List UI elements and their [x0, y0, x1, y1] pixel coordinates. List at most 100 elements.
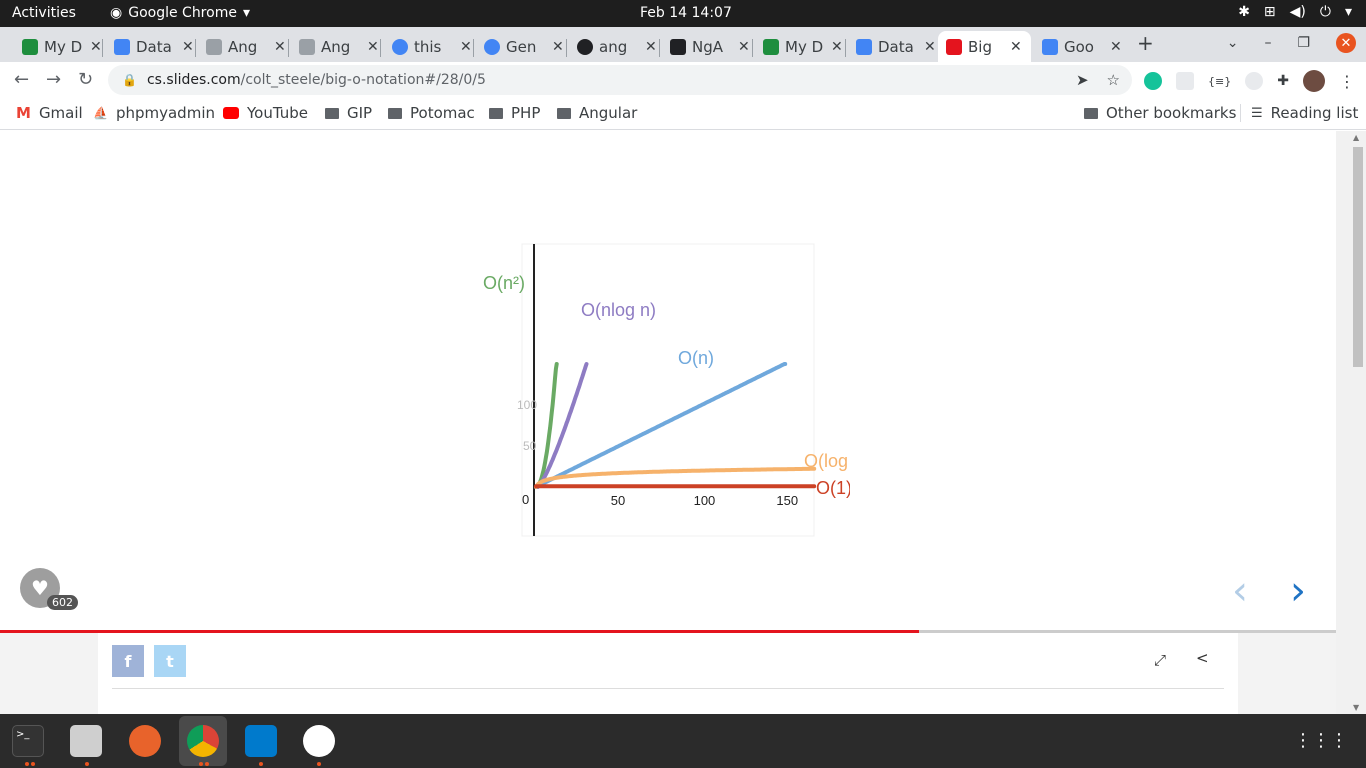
close-tab-icon[interactable]: ✕ [367, 39, 379, 55]
x-tick-label: 0 [522, 492, 529, 507]
network-icon[interactable]: ⊞ [1264, 4, 1276, 20]
postman-icon[interactable] [129, 725, 161, 757]
tab[interactable]: Ang ✕ [291, 31, 379, 62]
tab[interactable]: ang ✕ [569, 31, 657, 62]
reload-icon[interactable]: ↻ [78, 69, 93, 90]
back-icon[interactable]: ← [14, 69, 29, 90]
github-icon [577, 38, 593, 55]
fullscreen-icon[interactable]: ⤢ [1154, 651, 1166, 669]
new-tab-button[interactable]: + [1137, 31, 1154, 55]
y-tick-label: 50 [523, 439, 537, 453]
bookmarks-bar: M Gmail ⛵ phpmyadmin YouTube GIP Potomac… [0, 98, 1366, 130]
image-icon [206, 38, 222, 55]
chrome-dock-icon[interactable] [187, 725, 219, 757]
folder-icon [489, 107, 503, 119]
json-viewer-icon[interactable]: {≡} [1208, 75, 1231, 88]
vscode-icon[interactable] [245, 725, 277, 757]
close-tab-icon[interactable]: ✕ [738, 39, 750, 55]
x-tick-label: 50 [611, 493, 625, 508]
page-scrollbar[interactable]: ▲ ▼ [1336, 131, 1366, 714]
system-top-bar: Activities ◉ Google Chrome ▾ Feb 14 14:0… [0, 0, 1366, 27]
tab[interactable]: Goo ✕ [1034, 31, 1122, 62]
bookmark-folder-potomac[interactable]: Potomac [388, 104, 475, 122]
slack-tray-icon[interactable]: ✱ [1238, 4, 1250, 20]
grammarly-icon[interactable] [1144, 72, 1162, 90]
close-tab-icon[interactable]: ✕ [645, 39, 657, 55]
minimize-button[interactable]: – [1264, 35, 1271, 51]
previous-slide-button[interactable]: ‹ [1232, 568, 1248, 614]
other-bookmarks[interactable]: Other bookmarks [1084, 104, 1236, 122]
reading-list[interactable]: ☰ Reading list [1240, 104, 1358, 122]
close-tab-icon[interactable]: ✕ [460, 39, 472, 55]
close-tab-icon[interactable]: ✕ [182, 39, 194, 55]
volume-icon[interactable]: ◀) [1290, 4, 1306, 20]
reading-list-icon: ☰ [1251, 105, 1263, 121]
address-bar[interactable]: 🔒 cs.slides.com /colt_steele/big-o-notat… [108, 65, 1132, 95]
close-tab-icon[interactable]: ✕ [1010, 39, 1022, 55]
tab[interactable]: Ang ✕ [198, 31, 286, 62]
tab[interactable]: this ✕ [384, 31, 472, 62]
extension-icon[interactable] [1176, 72, 1194, 90]
bookmark-folder-gip[interactable]: GIP [325, 104, 372, 122]
facebook-share-button[interactable]: f [112, 645, 144, 677]
scroll-up-icon[interactable]: ▲ [1353, 133, 1359, 142]
folder-icon [388, 107, 402, 119]
forward-icon[interactable]: → [46, 69, 61, 90]
footer-divider [112, 688, 1224, 689]
share-icon[interactable]: < [1196, 649, 1209, 667]
tab-divider [102, 39, 103, 57]
bookmark-phpmyadmin[interactable]: ⛵ phpmyadmin [93, 104, 215, 122]
tab[interactable]: Data ✕ [106, 31, 194, 62]
send-icon[interactable]: ➤ [1076, 71, 1089, 89]
bookmark-youtube[interactable]: YouTube [223, 104, 308, 122]
heart-icon: ♥ [31, 576, 49, 600]
bookmark-label: Reading list [1270, 104, 1359, 122]
bookmark-star-icon[interactable]: ☆ [1107, 71, 1120, 89]
bookmark-label: GIP [347, 104, 373, 122]
close-window-button[interactable]: ✕ [1336, 33, 1356, 53]
clock[interactable]: Feb 14 14:07 [640, 5, 732, 21]
power-icon[interactable]: ⏻ [1320, 4, 1331, 20]
close-tab-icon[interactable]: ✕ [831, 39, 843, 55]
url-domain: cs.slides.com [146, 72, 241, 88]
bookmark-label: Other bookmarks [1106, 104, 1237, 122]
tab-active[interactable]: Big ✕ [938, 31, 1031, 62]
tab-title: this [414, 37, 442, 56]
close-tab-icon[interactable]: ✕ [924, 39, 936, 55]
close-tab-icon[interactable]: ✕ [1110, 39, 1122, 55]
tab[interactable]: Data ✕ [848, 31, 936, 62]
bookmark-folder-php[interactable]: PHP [489, 104, 540, 122]
system-tray[interactable]: ✱ ⊞ ◀) ⏻ ▾ [1238, 4, 1352, 20]
scrollbar-thumb[interactable] [1353, 147, 1363, 367]
twitter-share-button[interactable]: t [154, 645, 186, 677]
slack-icon[interactable] [303, 725, 335, 757]
close-tab-icon[interactable]: ✕ [552, 39, 564, 55]
maximize-button[interactable]: ❐ [1297, 35, 1310, 51]
tab[interactable]: My D ✕ [14, 31, 102, 62]
series-label: O(n) [678, 348, 714, 368]
tab[interactable]: NgA ✕ [662, 31, 750, 62]
tab-search-icon[interactable]: ⌄ [1227, 35, 1239, 51]
terminal-icon[interactable]: >_ [12, 725, 44, 757]
show-applications-icon[interactable]: ⋮⋮⋮ [1294, 730, 1348, 751]
lock-icon[interactable]: 🔒 [122, 73, 137, 87]
close-tab-icon[interactable]: ✕ [90, 39, 102, 55]
bookmark-folder-angular[interactable]: Angular [557, 104, 637, 122]
series-label: O(log n) [804, 451, 850, 471]
app-menu[interactable]: ◉ Google Chrome ▾ [110, 5, 250, 21]
bookmark-label: phpmyadmin [115, 104, 215, 122]
next-slide-button[interactable]: › [1290, 568, 1306, 614]
avatar[interactable] [1302, 70, 1325, 92]
chevron-down-icon[interactable]: ▾ [1345, 4, 1352, 20]
tab[interactable]: My D ✕ [755, 31, 843, 62]
tab[interactable]: Gen ✕ [476, 31, 564, 62]
puzzle-icon[interactable]: ✚ [1277, 73, 1289, 89]
url-path: /colt_steele/big-o-notation#/28/0/5 [240, 72, 486, 88]
scroll-down-icon[interactable]: ▼ [1353, 703, 1359, 712]
close-tab-icon[interactable]: ✕ [274, 39, 286, 55]
activities-button[interactable]: Activities [12, 5, 76, 21]
extension-icon[interactable] [1245, 72, 1264, 90]
kebab-menu-icon[interactable]: ⋮ [1339, 72, 1355, 91]
bookmark-gmail[interactable]: M Gmail [16, 104, 83, 122]
files-icon[interactable] [70, 725, 102, 757]
